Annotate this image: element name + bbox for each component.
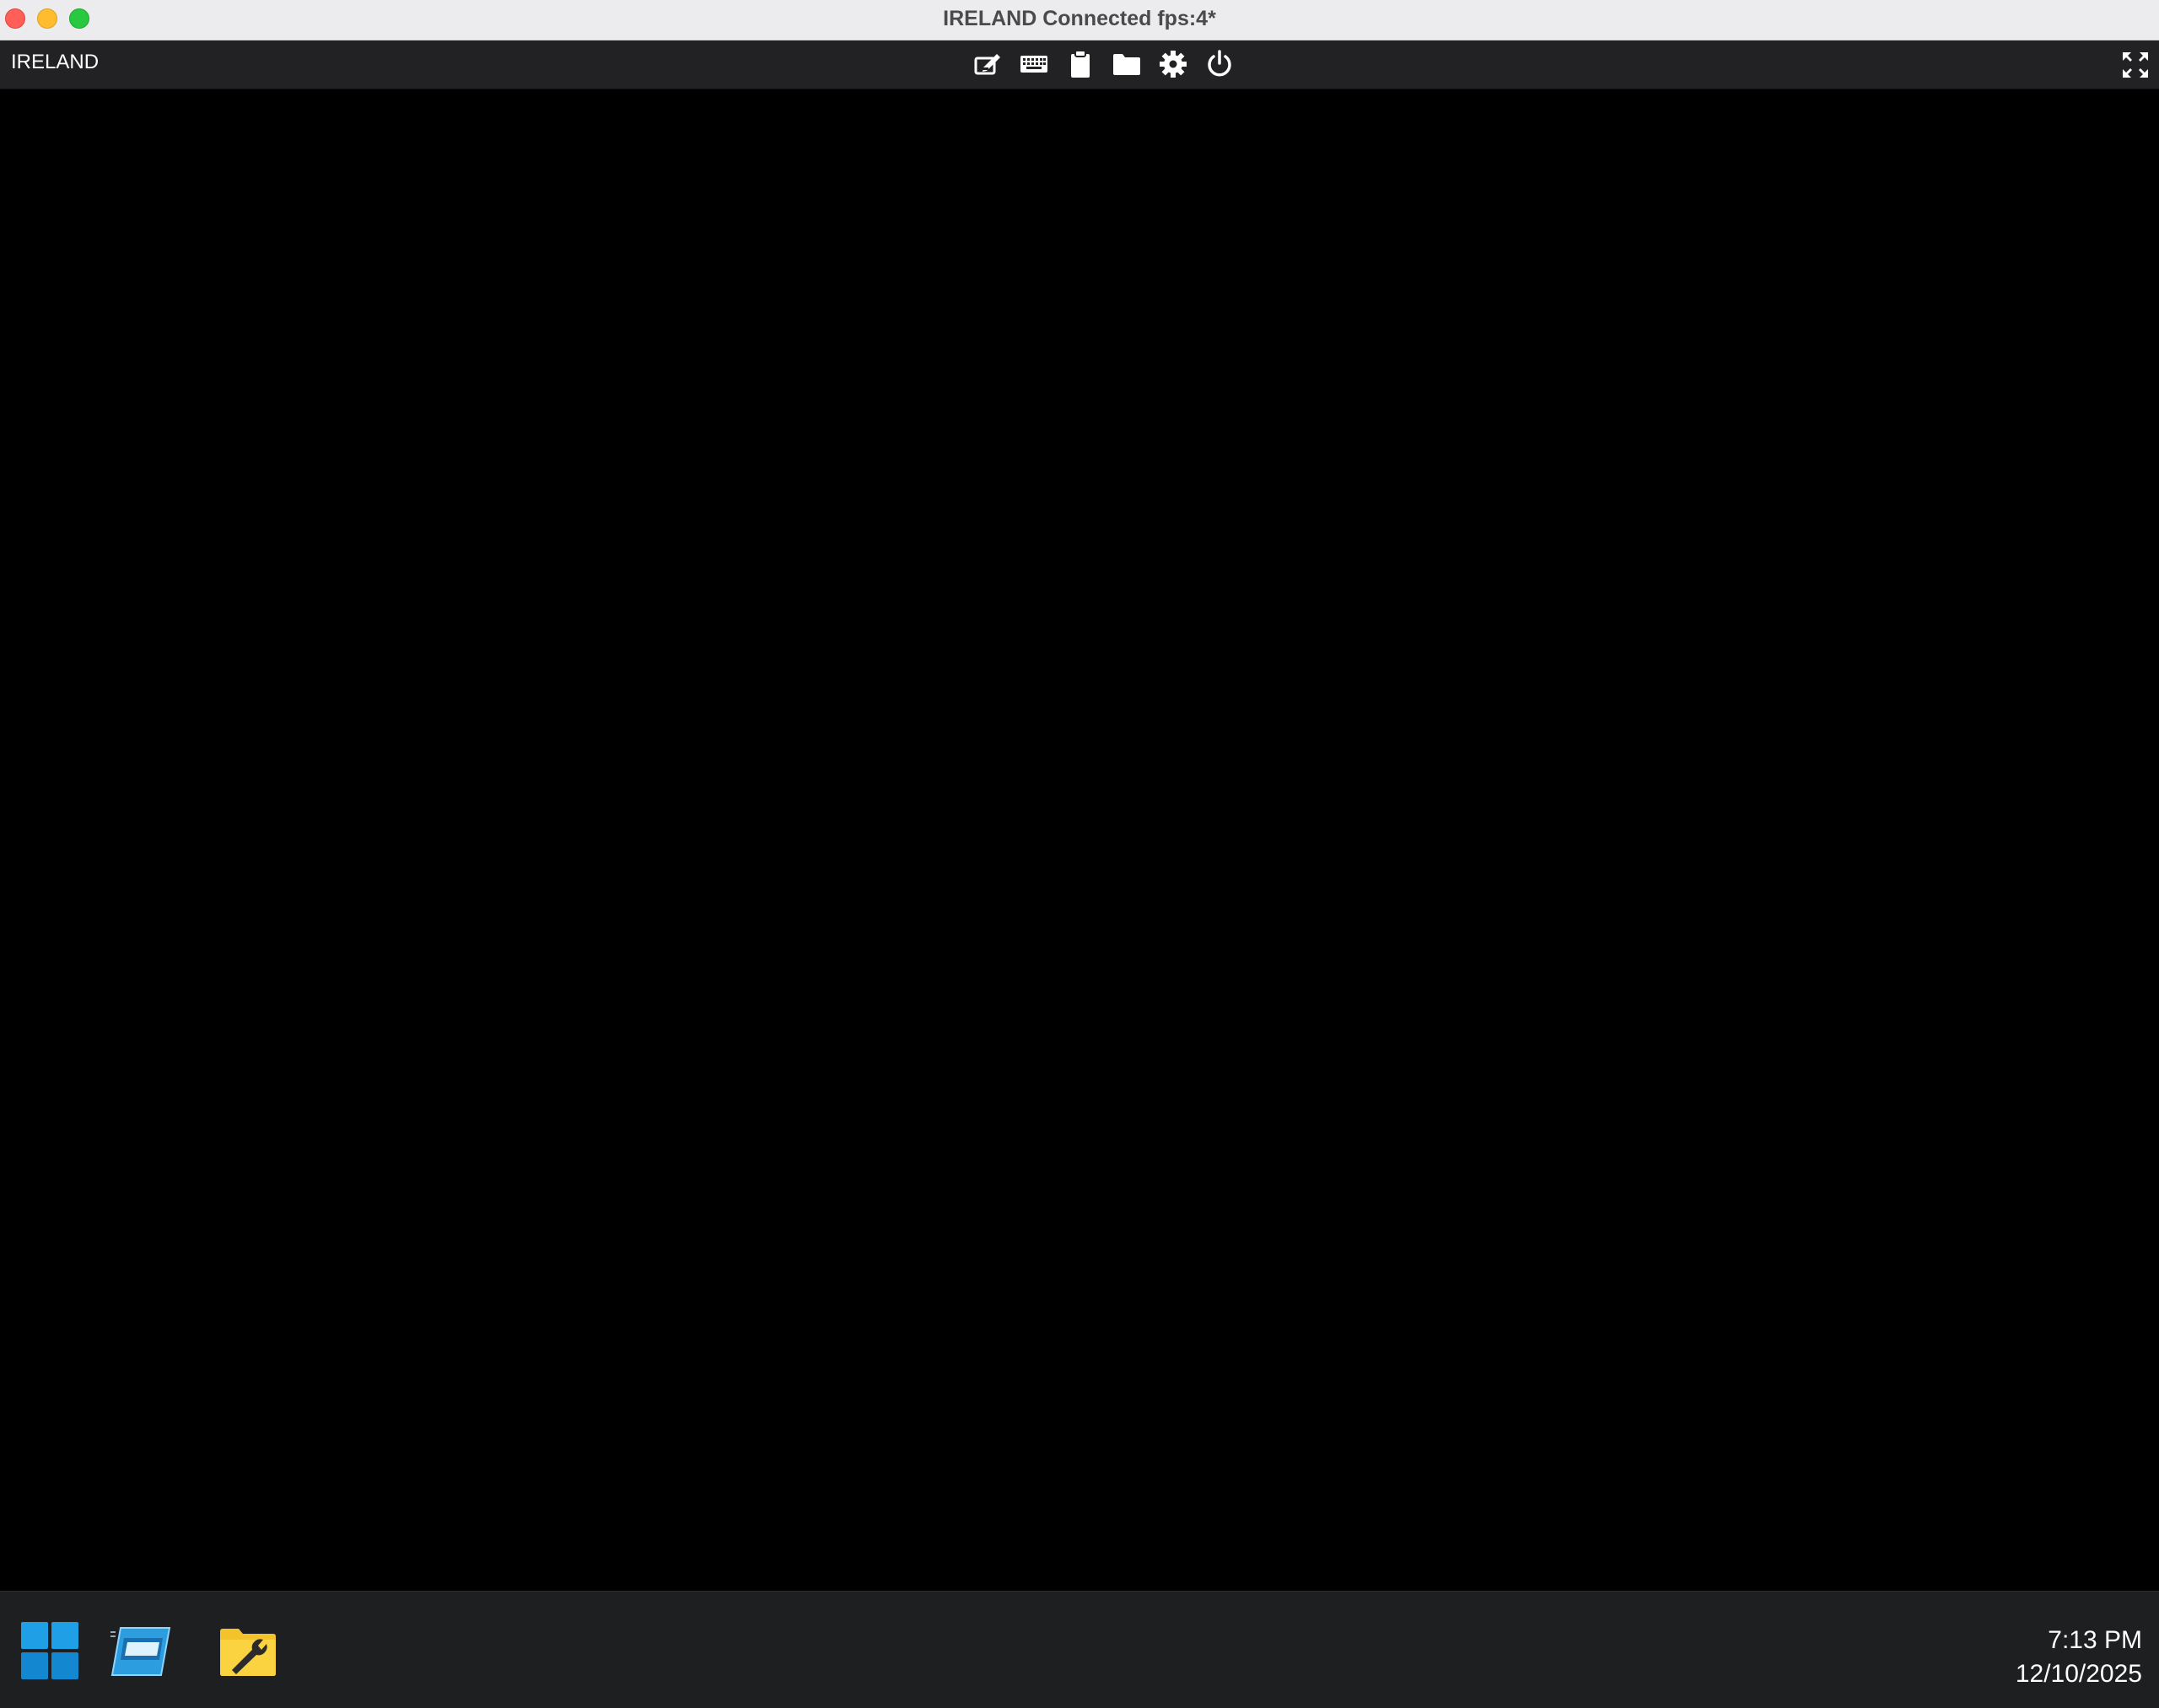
clock-time: 7:13 PM bbox=[2048, 1626, 2142, 1654]
remote-toolbar: IRELAND bbox=[0, 40, 2159, 89]
fullscreen-icon bbox=[2123, 52, 2148, 78]
windows-start-icon bbox=[21, 1622, 78, 1679]
start-button[interactable] bbox=[18, 1619, 82, 1683]
server-manager-icon bbox=[110, 1627, 171, 1676]
power-icon bbox=[1207, 50, 1231, 77]
clipboard-button[interactable] bbox=[1063, 47, 1097, 81]
remote-desktop-window: IRELAND Connected fps:4* IRELAND 7:13 PM… bbox=[0, 0, 2159, 1708]
remote-desktop-area[interactable] bbox=[0, 89, 2159, 1591]
taskbar: 7:13 PM 12/10/2025 bbox=[0, 1591, 2159, 1708]
window-title: IRELAND Connected fps:4* bbox=[943, 7, 1216, 30]
admin-tools-button[interactable] bbox=[216, 1619, 280, 1683]
edit-icon bbox=[974, 54, 1000, 75]
connection-name: IRELAND bbox=[11, 51, 100, 73]
keyboard-icon bbox=[1020, 56, 1047, 73]
settings-button[interactable] bbox=[1155, 47, 1190, 81]
admin-tools-icon bbox=[220, 1629, 276, 1676]
clipboard-icon bbox=[1070, 50, 1090, 78]
toolbar-icon-group bbox=[970, 47, 1236, 81]
clock-date: 12/10/2025 bbox=[2015, 1660, 2142, 1688]
gear-icon bbox=[1159, 51, 1187, 78]
fullscreen-button[interactable] bbox=[2119, 48, 2152, 82]
folder-icon bbox=[1112, 54, 1140, 75]
power-button[interactable] bbox=[1202, 47, 1236, 81]
file-transfer-button[interactable] bbox=[1109, 47, 1144, 81]
server-manager-button[interactable] bbox=[108, 1619, 172, 1683]
taskbar-clock[interactable]: 7:13 PM 12/10/2025 bbox=[2016, 1624, 2142, 1691]
title-bar[interactable]: IRELAND Connected fps:4* bbox=[0, 0, 2159, 40]
keyboard-button[interactable] bbox=[1016, 47, 1051, 81]
edit-button[interactable] bbox=[970, 47, 1004, 81]
